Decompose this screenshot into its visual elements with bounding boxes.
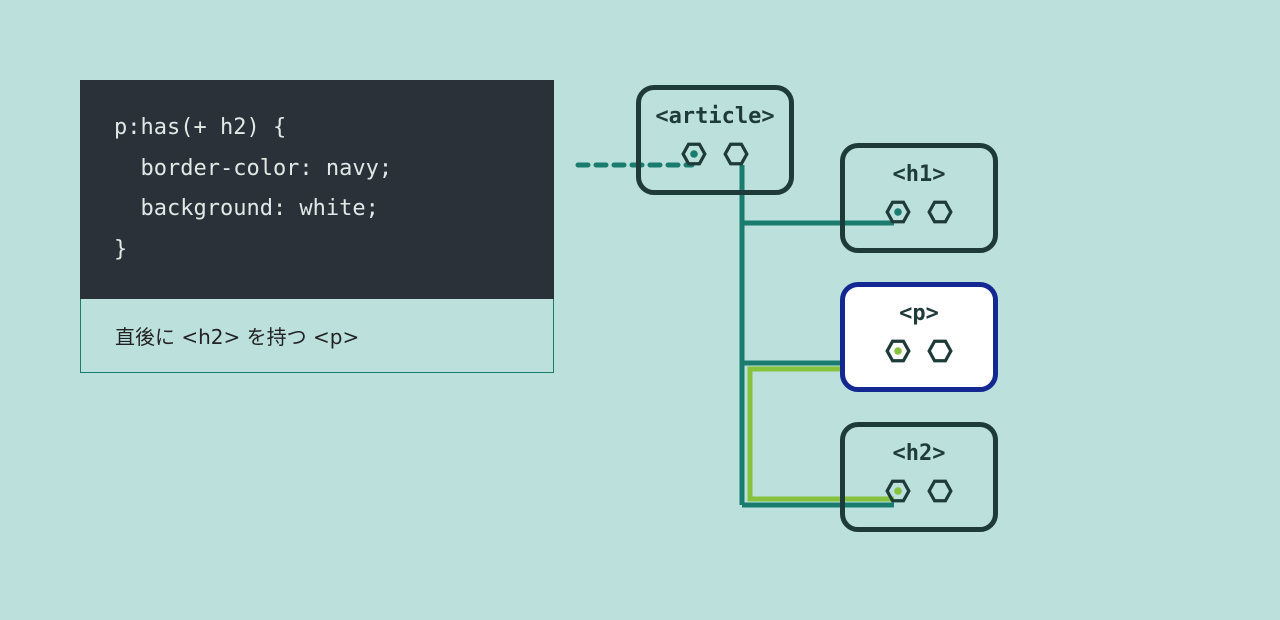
code-panel: p:has(+ h2) { border-color: navy; backgr… [80, 80, 554, 373]
port-icon [927, 338, 953, 364]
node-h1-label: <h1> [893, 162, 946, 187]
node-h2-label: <h2> [893, 441, 946, 466]
dom-tree-diagram: <article> <h1> <p> <h2> [554, 80, 1014, 550]
port-icon [927, 199, 953, 225]
node-article-label: <article> [655, 104, 774, 129]
code-line-3: background: white; [114, 196, 379, 221]
port-icon [723, 141, 749, 167]
port-icon [681, 141, 707, 167]
code-block: p:has(+ h2) { border-color: navy; backgr… [80, 80, 554, 299]
port-icon [927, 478, 953, 504]
node-p-label: <p> [899, 301, 939, 326]
ports-h1 [885, 199, 953, 225]
node-article: <article> [636, 85, 794, 195]
ports-article [681, 141, 749, 167]
node-h1: <h1> [840, 143, 998, 253]
port-icon [885, 199, 911, 225]
port-icon [885, 478, 911, 504]
node-p: <p> [840, 282, 998, 392]
ports-p [885, 338, 953, 364]
code-line-4: } [114, 237, 127, 262]
code-caption: 直後に <h2> を持つ <p> [80, 299, 554, 373]
code-line-2: border-color: navy; [114, 156, 392, 181]
ports-h2 [885, 478, 953, 504]
code-line-1: p:has(+ h2) { [114, 115, 286, 140]
node-h2: <h2> [840, 422, 998, 532]
port-icon [885, 338, 911, 364]
